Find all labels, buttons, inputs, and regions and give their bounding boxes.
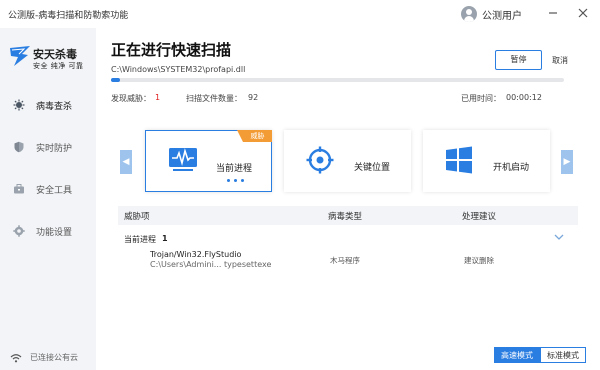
brand-slogan: 安全 纯净 可靠 bbox=[33, 62, 84, 70]
scan-target-key-locations[interactable]: 关键位置 bbox=[284, 130, 411, 192]
elapsed-time-label: 已用时间： bbox=[461, 94, 501, 103]
sidebar-item-security-tools[interactable]: 安全工具 bbox=[0, 178, 96, 200]
scan-target-label: 开机启动 bbox=[493, 163, 530, 173]
scan-progress-fill bbox=[111, 78, 121, 82]
pause-button[interactable]: 暂停 bbox=[495, 50, 542, 70]
crosshair-icon bbox=[306, 146, 334, 174]
shield-icon bbox=[14, 141, 24, 153]
threat-table-header: 威胁项 病毒类型 处理建议 bbox=[118, 206, 578, 225]
fast-mode-button[interactable]: 高速模式 bbox=[494, 347, 540, 363]
threat-advice[interactable]: 建议删除 bbox=[464, 255, 494, 266]
column-header-advice: 处理建议 bbox=[462, 212, 497, 222]
toolbox-icon bbox=[14, 184, 24, 194]
standard-mode-button[interactable]: 标准模式 bbox=[540, 347, 586, 363]
files-scanned-label: 扫描文件数量： bbox=[186, 94, 242, 103]
sidebar-item-label: 实时防护 bbox=[36, 143, 73, 154]
brand-logo-icon bbox=[10, 46, 30, 66]
scan-progress-bar bbox=[111, 78, 564, 82]
minimize-icon[interactable] bbox=[546, 6, 560, 20]
carousel-prev-button[interactable]: ◀ bbox=[120, 150, 132, 174]
gear-icon bbox=[13, 225, 25, 237]
cloud-status: 已连接公有云 bbox=[10, 352, 78, 363]
virus-scan-icon bbox=[13, 99, 25, 111]
column-header-threat: 威胁项 bbox=[124, 212, 150, 222]
main-panel: 正在进行快速扫描 C:\Windows\SYSTEM32\profapi.dll… bbox=[96, 28, 600, 370]
sidebar-item-label: 安全工具 bbox=[36, 185, 73, 196]
brand-name: 安天杀毒 bbox=[33, 48, 77, 61]
threat-group-count: 1 bbox=[162, 234, 168, 243]
table-row[interactable]: Trojan/Win32.FlyStudio C:\Users\Admini..… bbox=[150, 250, 550, 272]
threat-badge: 威胁 bbox=[237, 130, 272, 142]
page-title: 正在进行快速扫描 bbox=[111, 41, 232, 59]
sidebar-item-settings[interactable]: 功能设置 bbox=[0, 220, 96, 242]
monitor-pulse-icon bbox=[169, 148, 197, 171]
window-title: 公测版-病毒扫描和防勒索功能 bbox=[8, 11, 129, 21]
current-scan-path: C:\Windows\SYSTEM32\profapi.dll bbox=[111, 65, 246, 74]
windows-icon bbox=[446, 146, 472, 174]
title-bar: 公测版-病毒扫描和防勒索功能 公测用户 bbox=[0, 0, 600, 28]
files-scanned-count: 92 bbox=[248, 93, 259, 102]
sidebar-item-virus-scan[interactable]: 病毒查杀 bbox=[0, 94, 96, 116]
scan-stats: 发现威胁： 1 扫描文件数量： 92 已用时间： 00:00:12 bbox=[111, 93, 542, 105]
cancel-button[interactable]: 取消 bbox=[552, 55, 568, 66]
close-icon[interactable] bbox=[576, 6, 590, 20]
user-name: 公测用户 bbox=[482, 10, 522, 22]
threat-type: 木马程序 bbox=[330, 256, 360, 265]
column-header-virus-type: 病毒类型 bbox=[328, 212, 363, 222]
threat-group-name: 当前进程 bbox=[124, 235, 156, 244]
brand-logo: 安天杀毒 安全 纯净 可靠 bbox=[8, 44, 94, 84]
threats-found-count: 1 bbox=[155, 93, 161, 102]
scanning-indicator bbox=[227, 179, 244, 182]
user-account[interactable]: 公测用户 bbox=[461, 6, 522, 22]
user-avatar-icon bbox=[461, 6, 477, 22]
scan-target-current-process[interactable]: 威胁 当前进程 bbox=[145, 130, 272, 192]
scan-target-label: 当前进程 bbox=[216, 164, 253, 174]
carousel-next-button[interactable]: ▶ bbox=[561, 150, 573, 174]
sidebar-item-label: 功能设置 bbox=[36, 227, 73, 238]
cloud-status-label: 已连接公有云 bbox=[30, 353, 78, 362]
sidebar-item-realtime-protection[interactable]: 实时防护 bbox=[0, 136, 96, 158]
wifi-icon bbox=[10, 353, 22, 362]
scan-mode-switch: 高速模式 标准模式 bbox=[494, 347, 586, 363]
scan-target-label: 关键位置 bbox=[354, 163, 391, 173]
elapsed-time-value: 00:00:12 bbox=[506, 93, 542, 102]
sidebar-item-label: 病毒查杀 bbox=[36, 101, 73, 112]
chevron-down-icon[interactable] bbox=[554, 233, 564, 244]
threat-group-current-process[interactable]: 当前进程 1 bbox=[124, 234, 569, 246]
sidebar: 安天杀毒 安全 纯净 可靠 病毒查杀 实时防护 安全工具 功能设置 已连接公有云 bbox=[0, 28, 96, 370]
threats-found-label: 发现威胁： bbox=[111, 94, 151, 103]
threat-path: C:\Users\Admini... typesettexe bbox=[150, 260, 272, 269]
threat-name: Trojan/Win32.FlyStudio bbox=[150, 250, 242, 259]
scan-target-startup[interactable]: 开机启动 bbox=[423, 130, 550, 192]
